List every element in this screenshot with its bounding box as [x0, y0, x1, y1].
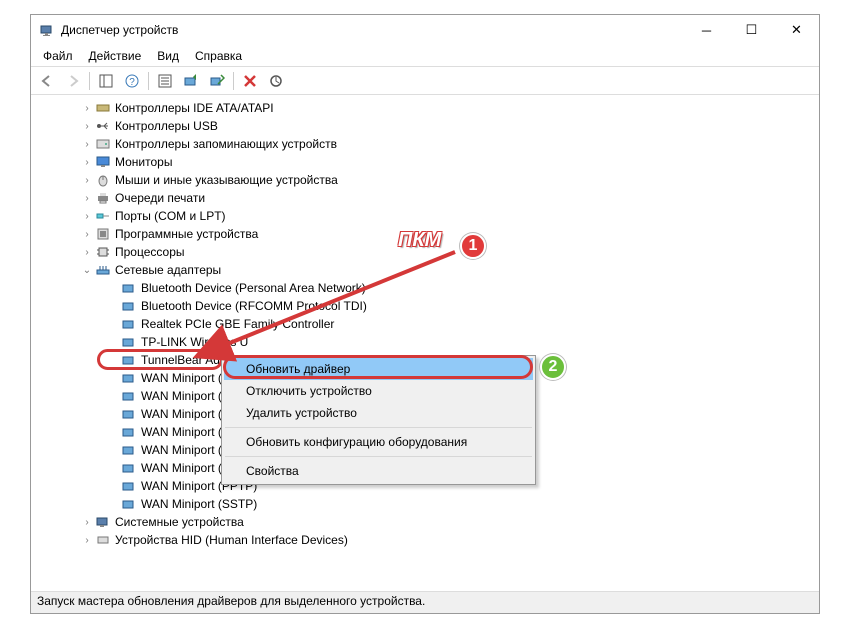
menu-action[interactable]: Действие [81, 47, 150, 65]
expand-icon[interactable]: › [81, 156, 93, 168]
expand-icon[interactable]: › [81, 516, 93, 528]
window-controls: ─ ☐ ✕ [684, 15, 819, 45]
expand-icon[interactable]: › [81, 246, 93, 258]
menu-file[interactable]: Файл [35, 47, 81, 65]
netadapter-icon [121, 352, 137, 368]
device-wan-sstp[interactable]: WAN Miniport (SSTP) [31, 495, 819, 513]
category-mice[interactable]: ›Мыши и иные указывающие устройства [31, 171, 819, 189]
software-icon [95, 226, 111, 242]
category-sysdev[interactable]: ›Системные устройства [31, 513, 819, 531]
netadapter-icon [121, 478, 137, 494]
uninstall-button[interactable] [238, 70, 262, 92]
statusbar: Запуск мастера обновления драйверов для … [31, 591, 819, 613]
hid-icon [95, 532, 111, 548]
expand-icon[interactable]: › [81, 534, 93, 546]
device-realtek[interactable]: Realtek PCIe GBE Family Controller [31, 315, 819, 333]
expand-icon[interactable]: › [81, 192, 93, 204]
help-button[interactable]: ? [120, 70, 144, 92]
properties-button[interactable] [153, 70, 177, 92]
storage-icon [95, 136, 111, 152]
category-printqueues[interactable]: ›Очереди печати [31, 189, 819, 207]
netadapter-icon [121, 388, 137, 404]
devmgr-icon [39, 22, 55, 38]
toolbar: ? [31, 67, 819, 95]
expand-icon[interactable]: › [81, 138, 93, 150]
disable-button[interactable] [264, 70, 288, 92]
context-menu-separator [225, 427, 532, 428]
collapse-icon[interactable]: ⌄ [81, 264, 93, 276]
category-ide[interactable]: ›Контроллеры IDE ATA/ATAPI [31, 99, 819, 117]
printer-icon [95, 190, 111, 206]
back-button[interactable] [35, 70, 59, 92]
device-tree[interactable]: ›Контроллеры IDE ATA/ATAPI ›Контроллеры … [31, 95, 819, 585]
device-tplink[interactable]: TP-LINK Wireless U [31, 333, 819, 351]
minimize-button[interactable]: ─ [684, 15, 729, 45]
category-netadapters[interactable]: ⌄Сетевые адаптеры [31, 261, 819, 279]
netadapter-icon [121, 298, 137, 314]
expand-icon[interactable]: › [81, 102, 93, 114]
monitor-icon [95, 154, 111, 170]
close-button[interactable]: ✕ [774, 15, 819, 45]
update-driver-button[interactable] [179, 70, 203, 92]
titlebar[interactable]: Диспетчер устройств ─ ☐ ✕ [31, 15, 819, 45]
network-icon [95, 262, 111, 278]
netadapter-icon [121, 496, 137, 512]
netadapter-icon [121, 280, 137, 296]
svg-text:?: ? [129, 77, 135, 88]
context-menu: Обновить драйвер Отключить устройство Уд… [221, 355, 536, 485]
context-menu-remove[interactable]: Удалить устройство [224, 402, 533, 424]
expand-icon[interactable]: › [81, 228, 93, 240]
annotation-badge-2: 2 [540, 354, 566, 380]
netadapter-icon [121, 370, 137, 386]
expand-icon[interactable]: › [81, 120, 93, 132]
statusbar-text: Запуск мастера обновления драйверов для … [37, 594, 425, 608]
category-monitors[interactable]: ›Мониторы [31, 153, 819, 171]
forward-button[interactable] [61, 70, 85, 92]
context-menu-disable[interactable]: Отключить устройство [224, 380, 533, 402]
netadapter-icon [121, 334, 137, 350]
netadapter-icon [121, 424, 137, 440]
device-bluetooth-pan[interactable]: Bluetooth Device (Personal Area Network) [31, 279, 819, 297]
device-bluetooth-rfcomm[interactable]: Bluetooth Device (RFCOMM Protocol TDI) [31, 297, 819, 315]
netadapter-icon [121, 316, 137, 332]
menu-view[interactable]: Вид [149, 47, 187, 65]
category-storage[interactable]: ›Контроллеры запоминающих устройств [31, 135, 819, 153]
window-title: Диспетчер устройств [61, 23, 684, 37]
device-manager-window: Диспетчер устройств ─ ☐ ✕ Файл Действие … [30, 14, 820, 614]
context-menu-scan[interactable]: Обновить конфигурацию оборудования [224, 431, 533, 453]
maximize-button[interactable]: ☐ [729, 15, 774, 45]
category-usb[interactable]: ›Контроллеры USB [31, 117, 819, 135]
scan-hardware-button[interactable] [205, 70, 229, 92]
mouse-icon [95, 172, 111, 188]
category-hid[interactable]: ›Устройства HID (Human Interface Devices… [31, 531, 819, 549]
netadapter-icon [121, 406, 137, 422]
netadapter-icon [121, 460, 137, 476]
system-icon [95, 514, 111, 530]
show-hide-tree-button[interactable] [94, 70, 118, 92]
cpu-icon [95, 244, 111, 260]
usb-icon [95, 118, 111, 134]
context-menu-update-driver[interactable]: Обновить драйвер [224, 358, 533, 380]
annotation-badge-1: 1 [460, 233, 486, 259]
menubar: Файл Действие Вид Справка [31, 45, 819, 67]
ide-icon [95, 100, 111, 116]
expand-icon[interactable]: › [81, 210, 93, 222]
context-menu-separator [225, 456, 532, 457]
menu-help[interactable]: Справка [187, 47, 250, 65]
ports-icon [95, 208, 111, 224]
annotation-pkm-label: ПКМ [398, 229, 441, 252]
context-menu-properties[interactable]: Свойства [224, 460, 533, 482]
expand-icon[interactable]: › [81, 174, 93, 186]
category-ports[interactable]: ›Порты (COM и LPT) [31, 207, 819, 225]
netadapter-icon [121, 442, 137, 458]
